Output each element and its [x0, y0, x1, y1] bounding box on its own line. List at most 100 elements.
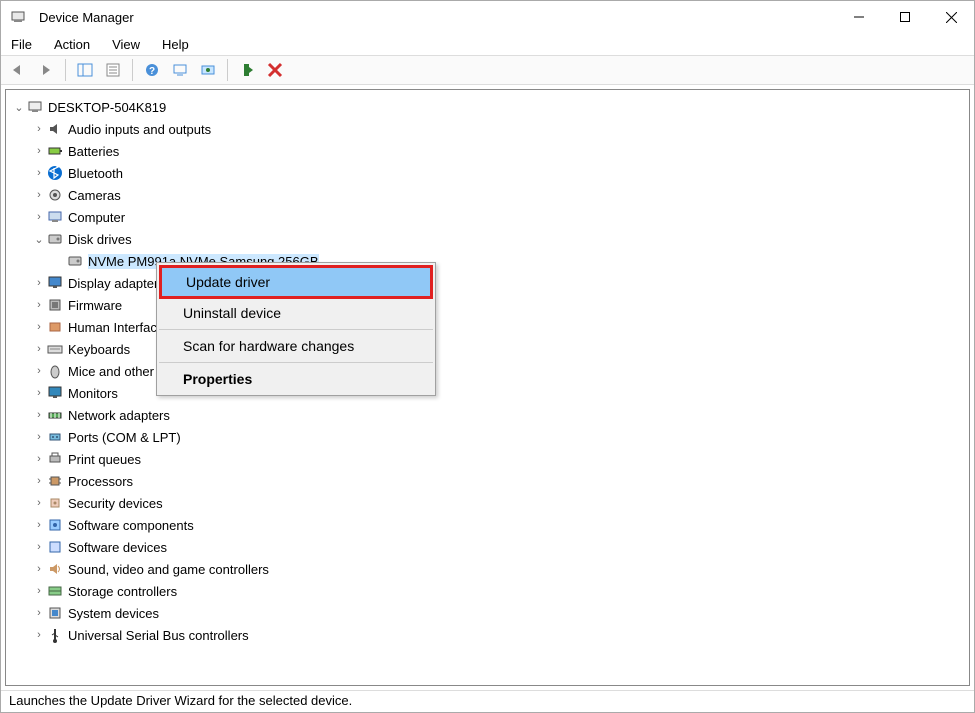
menu-help[interactable]: Help: [160, 35, 191, 54]
menu-action[interactable]: Action: [52, 35, 92, 54]
window-controls: [836, 1, 974, 33]
toolbar: ?: [1, 55, 974, 85]
context-separator: [159, 329, 433, 330]
expand-icon[interactable]: ›: [32, 431, 46, 443]
tree-item-swdev[interactable]: ›Software devices: [8, 536, 967, 558]
scan-hardware-button[interactable]: [169, 59, 191, 81]
window-title: Device Manager: [39, 10, 134, 25]
tree-item-ports[interactable]: › Ports (COM & LPT): [8, 426, 967, 448]
tree-item-swcomp[interactable]: ›Software components: [8, 514, 967, 536]
expand-icon[interactable]: ›: [32, 563, 46, 575]
tree-item-mouse[interactable]: ›Mice and other pointing devices: [8, 360, 967, 382]
tree-item-audio[interactable]: ›Audio inputs and outputs: [8, 118, 967, 140]
sound-icon: [46, 560, 64, 578]
tree-item-firmware[interactable]: › Firmware: [8, 294, 967, 316]
computer-icon: [46, 208, 64, 226]
tree-item-cpu[interactable]: › Processors: [8, 470, 967, 492]
tree-label: Processors: [68, 474, 133, 489]
collapse-icon[interactable]: ⌄: [32, 233, 46, 246]
expand-icon[interactable]: ›: [32, 475, 46, 487]
minimize-button[interactable]: [836, 1, 882, 33]
mouse-icon: [46, 362, 64, 380]
tree-item-hid[interactable]: ›Human Interface Devices: [8, 316, 967, 338]
close-button[interactable]: [928, 1, 974, 33]
expand-icon[interactable]: ›: [32, 123, 46, 135]
properties-button[interactable]: [102, 59, 124, 81]
expand-icon[interactable]: ›: [32, 167, 46, 179]
uninstall-toolbar-button[interactable]: [264, 59, 286, 81]
maximize-button[interactable]: [882, 1, 928, 33]
context-properties[interactable]: Properties: [159, 365, 433, 393]
display-icon: [46, 274, 64, 292]
disk-icon: [66, 252, 84, 270]
expand-icon[interactable]: ›: [32, 145, 46, 157]
expand-icon[interactable]: ›: [32, 365, 46, 377]
tree-child-disk[interactable]: NVMe PM991a NVMe Samsung 256GB: [8, 250, 967, 272]
tree-item-monitor[interactable]: ›Monitors: [8, 382, 967, 404]
expand-icon[interactable]: ›: [32, 453, 46, 465]
collapse-icon[interactable]: ⌄: [12, 101, 26, 114]
tree-label: Ports (COM & LPT): [68, 430, 181, 445]
tree-label: Network adapters: [68, 408, 170, 423]
tree-item-camera[interactable]: ›Cameras: [8, 184, 967, 206]
tree-item-keyboard[interactable]: ›Keyboards: [8, 338, 967, 360]
context-separator: [159, 362, 433, 363]
expand-icon[interactable]: ›: [32, 541, 46, 553]
expand-icon[interactable]: ›: [32, 321, 46, 333]
tree-item-disk[interactable]: ⌄Disk drives: [8, 228, 967, 250]
expand-icon[interactable]: ›: [32, 497, 46, 509]
tree-item-battery[interactable]: ›Batteries: [8, 140, 967, 162]
context-update-driver[interactable]: Update driver: [159, 265, 433, 299]
tree-item-sound[interactable]: ›Sound, video and game controllers: [8, 558, 967, 580]
menu-file[interactable]: File: [9, 35, 34, 54]
app-icon: [9, 8, 27, 26]
tree-item-system[interactable]: › System devices: [8, 602, 967, 624]
camera-icon: [46, 186, 64, 204]
back-button[interactable]: [7, 59, 29, 81]
tree-item-printer[interactable]: ›Print queues: [8, 448, 967, 470]
tree-item-storage[interactable]: ›Storage controllers: [8, 580, 967, 602]
context-scan-hardware[interactable]: Scan for hardware changes: [159, 332, 433, 360]
tree-item-bluetooth[interactable]: › Bluetooth: [8, 162, 967, 184]
expand-icon[interactable]: ›: [32, 211, 46, 223]
hid-icon: [46, 318, 64, 336]
context-uninstall-device[interactable]: Uninstall device: [159, 299, 433, 327]
enable-device-button[interactable]: [236, 59, 258, 81]
monitor-icon: [46, 384, 64, 402]
expand-icon[interactable]: ›: [32, 387, 46, 399]
show-hide-tree-button[interactable]: [74, 59, 96, 81]
expand-icon[interactable]: ›: [32, 585, 46, 597]
expand-icon[interactable]: ›: [32, 189, 46, 201]
menubar: File Action View Help: [1, 33, 974, 55]
expand-icon[interactable]: ›: [32, 409, 46, 421]
tree-item-computer[interactable]: › Computer: [8, 206, 967, 228]
tree-item-usb[interactable]: ›Universal Serial Bus controllers: [8, 624, 967, 646]
tree-label: Display adapters: [68, 276, 165, 291]
help-button[interactable]: ?: [141, 59, 163, 81]
update-driver-toolbar-button[interactable]: [197, 59, 219, 81]
disk-icon: [46, 230, 64, 248]
tree-label: Security devices: [68, 496, 163, 511]
tree-item-security[interactable]: › Security devices: [8, 492, 967, 514]
status-bar: Launches the Update Driver Wizard for th…: [1, 690, 974, 712]
tree-item-network[interactable]: › Network adapters: [8, 404, 967, 426]
tree-label: Computer: [68, 210, 125, 225]
expand-icon[interactable]: ›: [32, 299, 46, 311]
tree-label: System devices: [68, 606, 159, 621]
expand-icon[interactable]: ›: [32, 607, 46, 619]
context-menu: Update driver Uninstall device Scan for …: [156, 262, 436, 396]
device-tree[interactable]: ⌄DESKTOP-504K819›Audio inputs and output…: [5, 89, 970, 686]
expand-icon[interactable]: ›: [32, 519, 46, 531]
forward-button[interactable]: [35, 59, 57, 81]
expand-icon[interactable]: ›: [32, 629, 46, 641]
storage-icon: [46, 582, 64, 600]
tree-item-display[interactable]: › Display adapters: [8, 272, 967, 294]
titlebar: Device Manager: [1, 1, 974, 33]
menu-view[interactable]: View: [110, 35, 142, 54]
network-icon: [46, 406, 64, 424]
tree-label: Firmware: [68, 298, 122, 313]
tree-label: Bluetooth: [68, 166, 123, 181]
tree-root-node[interactable]: ⌄DESKTOP-504K819: [8, 96, 967, 118]
expand-icon[interactable]: ›: [32, 277, 46, 289]
expand-icon[interactable]: ›: [32, 343, 46, 355]
